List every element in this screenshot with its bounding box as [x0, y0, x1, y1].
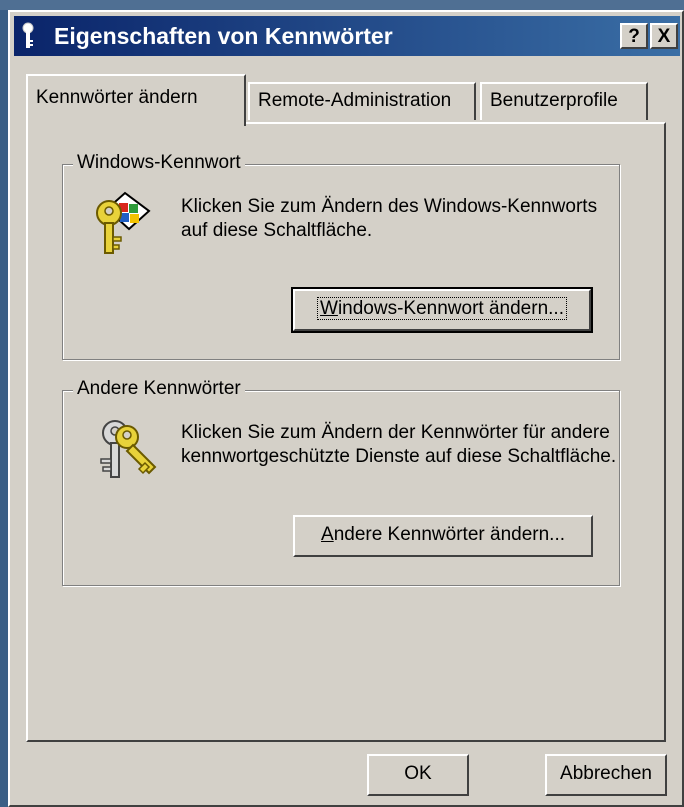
properties-dialog: Eigenschaften von Kennwörter ? X Kennwör…: [8, 10, 684, 807]
windows-password-accel: W: [320, 298, 338, 319]
windows-password-legend: Windows-Kennwort: [73, 152, 245, 174]
keys-icon: [100, 420, 157, 478]
other-passwords-description: Klicken Sie zum Ändern der Kennwörter fü…: [181, 422, 617, 467]
cancel-button[interactable]: Abbrechen: [545, 754, 667, 796]
windows-password-group: Windows-Kennwort Klicken Sie zum Ändern …: [62, 152, 620, 360]
title-bar[interactable]: Eigenschaften von Kennwörter ? X: [14, 16, 680, 56]
windows-password-button-label: indows-Kennwort ändern...: [337, 298, 564, 319]
tab-user-profiles[interactable]: Benutzerprofile: [480, 82, 648, 120]
windows-password-description: Klicken Sie zum Ändern des Windows-Kennw…: [181, 196, 598, 241]
desktop-background: [0, 0, 684, 10]
tab-remote-administration[interactable]: Remote-Administration: [248, 82, 476, 120]
change-windows-password-button[interactable]: Windows-Kennwort ändern...: [291, 287, 593, 333]
window-title: Eigenschaften von Kennwörter: [54, 23, 393, 49]
tab-panel: Windows-Kennwort Klicken Sie zum Ändern …: [26, 122, 666, 742]
other-passwords-button-label: ndere Kennwörter ändern...: [333, 524, 565, 545]
other-passwords-accel: A: [321, 524, 334, 545]
other-passwords-legend: Andere Kennwörter: [73, 378, 245, 400]
windows-key-icon: [96, 191, 151, 254]
key-icon: [22, 22, 34, 48]
other-passwords-group: Andere Kennwörter Klicken Sie zum Ändern…: [62, 378, 620, 586]
tab-change-passwords[interactable]: Kennwörter ändern: [26, 74, 246, 126]
change-other-passwords-button[interactable]: Andere Kennwörter ändern...: [293, 515, 593, 557]
ok-button[interactable]: OK: [367, 754, 469, 796]
help-button[interactable]: ?: [620, 23, 648, 49]
close-button[interactable]: X: [650, 23, 678, 49]
